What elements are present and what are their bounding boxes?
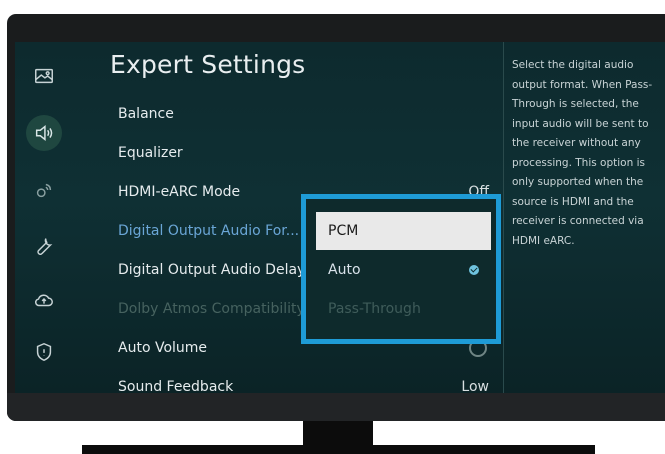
setting-label: HDMI-eARC Mode: [118, 183, 241, 200]
picture-icon[interactable]: [26, 58, 62, 94]
option-label: Auto: [328, 262, 361, 278]
setting-label: Equalizer: [118, 144, 183, 161]
panel-divider: [503, 42, 504, 393]
setting-label: Sound Feedback: [118, 378, 234, 394]
tv-screen: Expert Settings Balance Equalizer HDMI-e…: [15, 42, 665, 393]
option-label: Pass-Through: [328, 301, 421, 317]
setting-label: Digital Output Audio Delay: [118, 261, 306, 278]
option-auto[interactable]: Auto: [316, 251, 491, 289]
settings-sidebar: [15, 42, 77, 393]
setting-label: Dolby Atmos Compatibility: [118, 300, 305, 317]
setting-balance[interactable]: Balance: [110, 94, 495, 133]
setting-sound-feedback[interactable]: Sound Feedback Low: [110, 367, 495, 394]
option-pass-through: Pass-Through: [316, 290, 491, 328]
audio-format-dropdown: PCM Auto Pass-Through: [301, 194, 501, 344]
option-pcm[interactable]: PCM: [316, 212, 491, 250]
setting-label: Digital Output Audio For...: [118, 222, 300, 239]
cloud-update-icon[interactable]: [26, 282, 62, 318]
setting-equalizer[interactable]: Equalizer: [110, 133, 495, 172]
shield-icon[interactable]: [26, 334, 62, 370]
page-title: Expert Settings: [110, 50, 306, 79]
option-label: PCM: [328, 223, 359, 239]
setting-label: Balance: [118, 105, 174, 122]
tv-stand-neck: [303, 421, 373, 447]
tv-stand-base: [82, 445, 595, 454]
setting-label: Auto Volume: [118, 339, 208, 356]
check-icon: [469, 265, 479, 275]
setting-value: Low: [461, 378, 489, 394]
wrench-icon[interactable]: [26, 228, 62, 264]
setting-description: Select the digital audio output format. …: [512, 59, 653, 247]
tv-chin: [7, 393, 665, 421]
sound-icon[interactable]: [26, 115, 62, 151]
broadcast-icon[interactable]: [26, 172, 62, 208]
